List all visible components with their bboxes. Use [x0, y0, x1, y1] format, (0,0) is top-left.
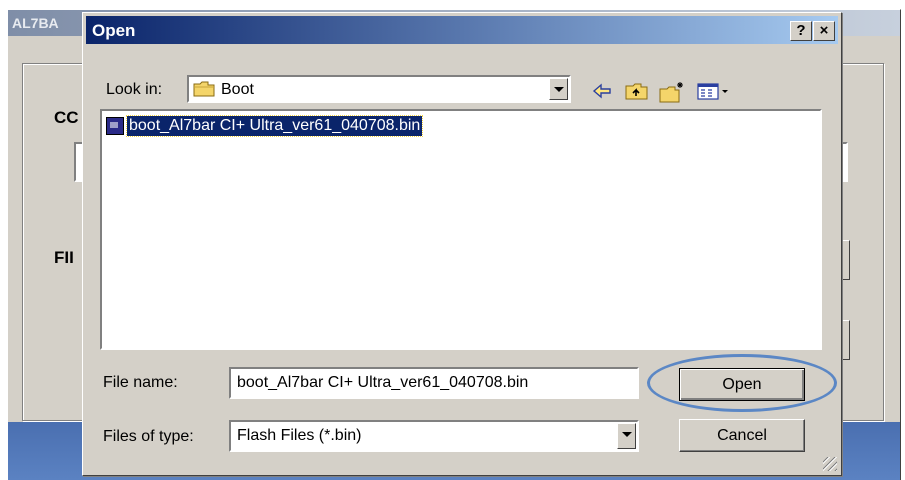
new-folder-icon[interactable]	[659, 81, 685, 103]
file-list-item-name: boot_Al7bar CI+ Ultra_ver61_040708.bin	[125, 115, 424, 137]
look-in-value: Boot	[221, 81, 254, 98]
view-menu-icon[interactable]	[697, 81, 731, 101]
bin-file-icon	[106, 117, 124, 135]
file-name-label: File name:	[103, 374, 178, 391]
help-button[interactable]: ?	[790, 21, 812, 41]
up-folder-icon[interactable]	[625, 81, 649, 101]
file-type-value: Flash Files (*.bin)	[237, 427, 362, 444]
folder-icon	[193, 81, 215, 97]
file-name-input[interactable]: boot_Al7bar CI+ Ultra_ver61_040708.bin	[229, 367, 639, 399]
look-in-label: Look in:	[106, 81, 163, 98]
dialog-titlebar[interactable]: Open ? ×	[86, 16, 838, 44]
background-label-com: CC	[54, 108, 79, 127]
file-type-dropdown-arrow[interactable]	[617, 423, 636, 449]
close-button[interactable]: ×	[813, 21, 835, 41]
background-window-title: AL7BA	[12, 15, 59, 31]
cancel-button[interactable]: Cancel	[679, 419, 805, 452]
file-name-value: boot_Al7bar CI+ Ultra_ver61_040708.bin	[237, 374, 529, 391]
resize-grip[interactable]	[823, 457, 837, 471]
file-list[interactable]: boot_Al7bar CI+ Ultra_ver61_040708.bin	[100, 109, 822, 350]
back-icon[interactable]	[591, 81, 613, 101]
highlight-ellipse	[647, 354, 837, 412]
look-in-dropdown[interactable]: Boot	[187, 75, 571, 103]
file-list-item[interactable]: boot_Al7bar CI+ Ultra_ver61_040708.bin	[106, 115, 424, 137]
file-type-dropdown[interactable]: Flash Files (*.bin)	[229, 420, 639, 452]
file-type-label: Files of type:	[103, 428, 194, 445]
dialog-title: Open	[92, 21, 136, 40]
look-in-dropdown-arrow[interactable]	[549, 78, 568, 100]
background-label-file: FII	[54, 248, 74, 267]
